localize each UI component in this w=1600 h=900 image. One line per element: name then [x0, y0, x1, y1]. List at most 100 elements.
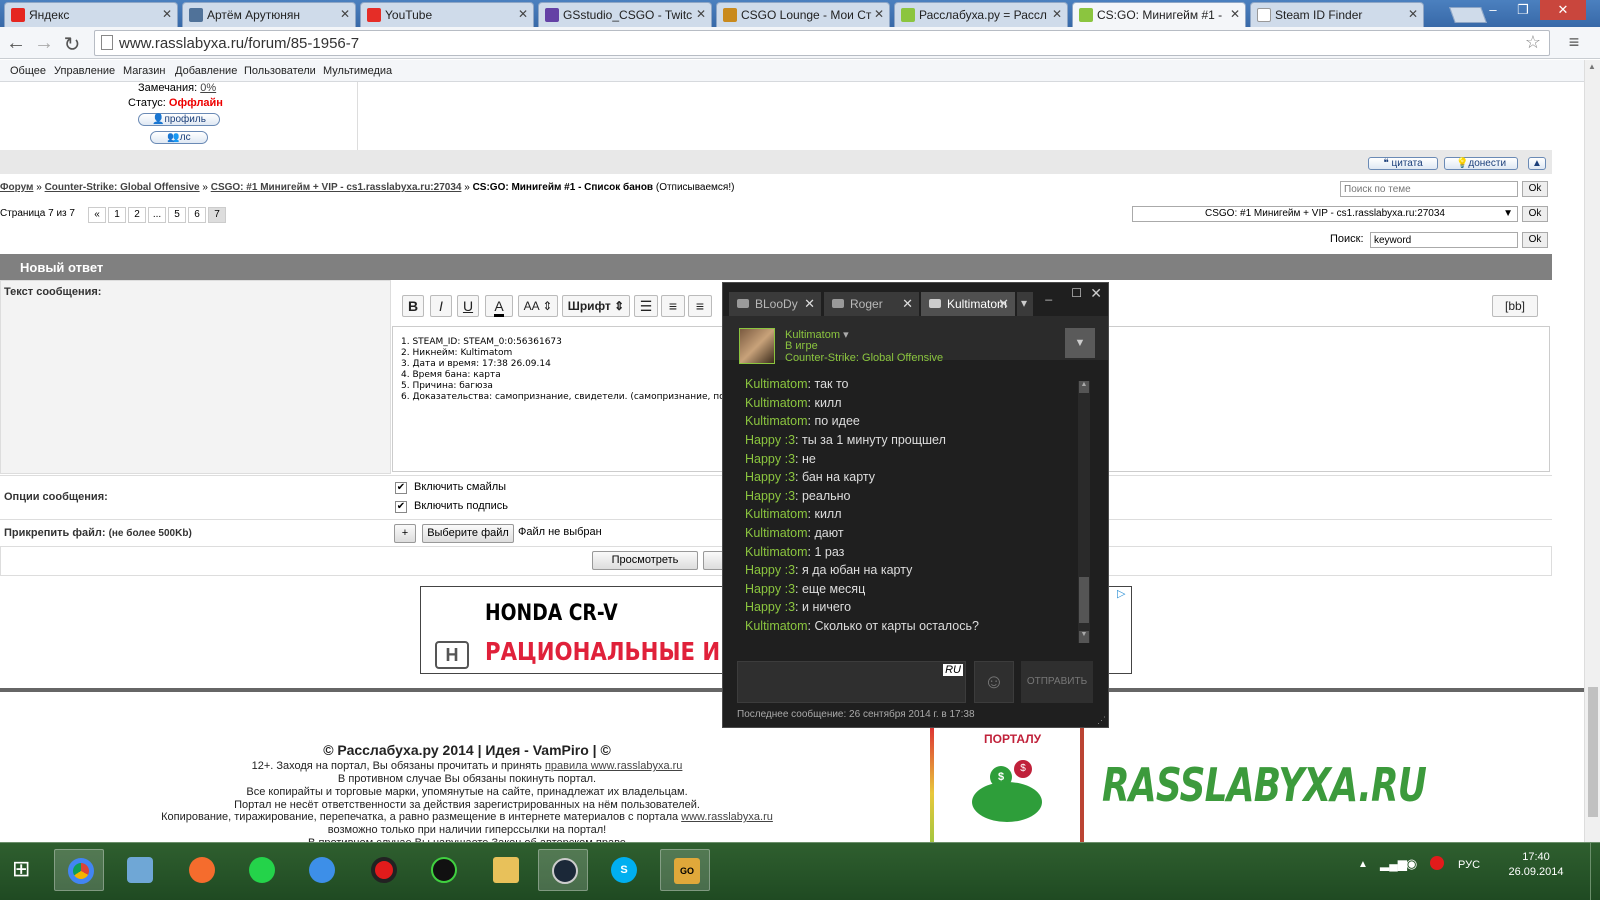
start-button[interactable]: ⊞ [0, 849, 48, 891]
report-button[interactable]: 💡донести [1444, 157, 1518, 170]
chat-tabs-dropdown[interactable]: ▾ [1017, 292, 1033, 316]
chat-tab-bloody[interactable]: BLooDy ✕ [729, 292, 821, 316]
taskbar-chrome[interactable] [54, 849, 104, 891]
bookmark-management[interactable]: Управление [54, 65, 115, 77]
signature-checkbox[interactable]: ✔ [395, 501, 407, 513]
browser-tab-steamid[interactable]: Steam ID Finder ✕ [1250, 2, 1424, 27]
minimize-button[interactable]: _ [1045, 287, 1052, 301]
taskbar-recorder[interactable] [358, 849, 408, 891]
private-message-button[interactable]: 👥лс [150, 131, 208, 144]
page-5[interactable]: 5 [168, 207, 186, 223]
address-bar[interactable]: www.rasslabyxa.ru/forum/85-1956-7 ☆ [94, 30, 1550, 56]
show-desktop-button[interactable] [1590, 843, 1600, 900]
arrow-down-icon[interactable]: ▼ [1079, 631, 1089, 643]
bookmark-multimedia[interactable]: Мультимедиа [323, 65, 392, 77]
bold-button[interactable]: B [402, 295, 424, 317]
bookmark-general[interactable]: Общее [10, 65, 46, 77]
window-close-button[interactable]: ✕ [1540, 0, 1586, 20]
page-2[interactable]: 2 [128, 207, 146, 223]
bookmark-shop[interactable]: Магазин [123, 65, 165, 77]
browser-tab-active[interactable]: CS:GO: Минигейм #1 - ✕ [1072, 2, 1246, 27]
chat-input[interactable]: RU [737, 661, 966, 703]
close-icon[interactable]: ✕ [804, 296, 815, 312]
taskbar-itunes[interactable] [296, 849, 346, 891]
scrollbar-thumb[interactable] [1588, 687, 1598, 817]
reload-icon[interactable]: ↻ [60, 32, 84, 57]
italic-button[interactable]: I [430, 295, 452, 317]
topic-search-ok-button[interactable]: Ok [1522, 181, 1548, 197]
chat-options-button[interactable]: ▼ [1065, 328, 1095, 358]
bookmark-users[interactable]: Пользователи [244, 65, 316, 77]
bookmark-add[interactable]: Добавление [175, 65, 237, 77]
rules-link[interactable]: правила www.rasslabyxa.ru [545, 760, 682, 772]
maximize-button[interactable]: ☐ [1071, 286, 1082, 300]
maximize-button[interactable]: ❐ [1508, 0, 1538, 20]
resize-grip-icon[interactable]: ⋰ [1097, 715, 1106, 726]
friend-avatar[interactable] [739, 328, 775, 364]
close-icon[interactable]: ✕ [340, 7, 350, 21]
minimize-button[interactable]: – [1478, 0, 1508, 20]
close-icon[interactable]: ✕ [518, 7, 528, 21]
taskbar-origin[interactable] [176, 849, 226, 891]
emoticon-button[interactable]: ☺ [974, 661, 1014, 703]
signal-icon[interactable]: ▂▄▆ [1380, 857, 1407, 871]
forum-select[interactable]: CSGO: #1 Минигейм + VIP - cs1.rasslabyxa… [1132, 206, 1518, 222]
close-icon[interactable]: ✕ [1052, 7, 1062, 21]
clock[interactable]: 17:40 26.09.2014 [1500, 851, 1572, 878]
browser-tab-yandex[interactable]: Яндекс ✕ [4, 2, 178, 27]
taskbar-steam[interactable] [538, 849, 588, 891]
preview-button[interactable]: Просмотреть [592, 551, 698, 570]
show-hidden-icons[interactable]: ▲ [1358, 859, 1368, 870]
profile-button[interactable]: 👤профиль [138, 113, 220, 126]
smiles-checkbox[interactable]: ✔ [395, 482, 407, 494]
scroll-top-button[interactable]: ▲ [1528, 157, 1546, 170]
search-input[interactable] [1370, 232, 1518, 248]
list-button[interactable]: ☰ [634, 295, 658, 317]
forward-icon[interactable]: → [32, 32, 56, 55]
search-ok-button[interactable]: Ok [1522, 232, 1548, 248]
browser-tab-csgolounge[interactable]: CSGO Lounge - Мои Ст ✕ [716, 2, 890, 27]
steam-tray-icon[interactable]: ◉ [1406, 856, 1417, 872]
close-icon[interactable]: ✕ [902, 296, 913, 312]
chat-scrollbar-thumb[interactable] [1079, 577, 1089, 623]
close-icon[interactable]: ✕ [874, 7, 884, 21]
quote-button[interactable]: ❝ цитата [1368, 157, 1438, 170]
close-icon[interactable]: ✕ [1230, 7, 1240, 21]
unsubscribe-link[interactable]: (Отписываемся!) [656, 182, 735, 193]
forum-select-ok-button[interactable]: Ok [1522, 206, 1548, 222]
send-button[interactable]: ОТПРАВИТЬ [1021, 661, 1093, 703]
page-6[interactable]: 6 [188, 207, 206, 223]
add-attachment-button[interactable]: + [394, 524, 416, 543]
topic-search-input[interactable] [1340, 181, 1518, 197]
star-icon[interactable]: ☆ [1525, 32, 1541, 53]
font-size-select[interactable]: AA ⇕ [518, 295, 558, 317]
remarks-link[interactable]: 0% [200, 82, 216, 94]
page-prev[interactable]: « [88, 207, 106, 223]
tray-status-icon[interactable] [1430, 856, 1444, 870]
chat-tab-kultimatom[interactable]: Kultimatom ✕ [921, 292, 1015, 316]
back-icon[interactable]: ← [4, 32, 28, 55]
close-button[interactable]: ✕ [1090, 285, 1102, 302]
close-icon[interactable]: ✕ [696, 7, 706, 21]
adchoices-icon[interactable]: ▷ [1117, 587, 1131, 601]
close-icon[interactable]: ✕ [998, 296, 1009, 312]
page-1[interactable]: 1 [108, 207, 126, 223]
breadcrumb-subsection[interactable]: CSGO: #1 Минигейм + VIP - cs1.rasslabyxa… [211, 182, 462, 193]
browser-tab-rasslabyxa[interactable]: Расслабуха.ру = Рассл ✕ [894, 2, 1068, 27]
taskbar-cloud[interactable] [236, 849, 286, 891]
choose-file-button[interactable]: Выберите файл [422, 524, 514, 543]
arrow-up-icon[interactable]: ▲ [1079, 381, 1089, 393]
browser-tab-youtube[interactable]: YouTube ✕ [360, 2, 534, 27]
page-scrollbar[interactable]: ▲ [1584, 60, 1600, 860]
site-link[interactable]: www.rasslabyxa.ru [681, 811, 773, 823]
taskbar-razer[interactable] [418, 849, 468, 891]
language-indicator[interactable]: РУС [1458, 859, 1480, 871]
align-left-button[interactable]: ≡ [661, 295, 685, 317]
align-center-button[interactable]: ≡ [688, 295, 712, 317]
font-select[interactable]: Шрифт ⇕ [562, 295, 630, 317]
text-color-button[interactable]: A [485, 295, 513, 317]
taskbar-explorer[interactable] [480, 849, 530, 891]
chat-tab-roger[interactable]: Roger ✕ [824, 292, 919, 316]
taskbar-virtualbox[interactable] [114, 849, 164, 891]
arrow-up-icon[interactable]: ▲ [1588, 62, 1596, 71]
